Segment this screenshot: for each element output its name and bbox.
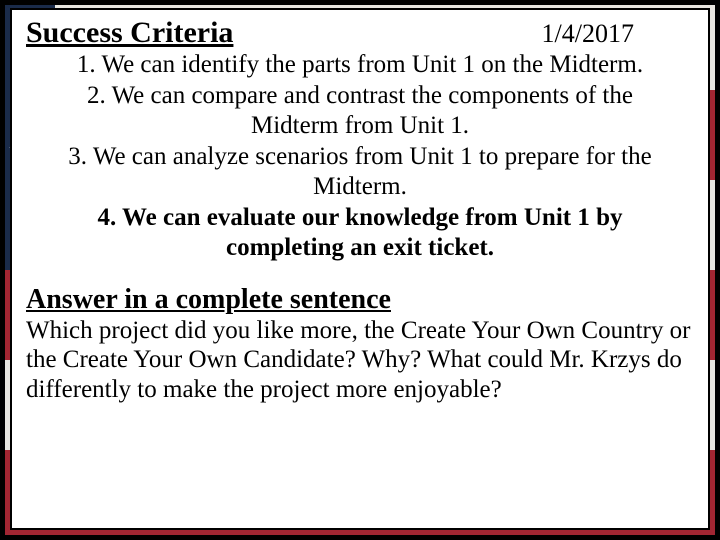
content-card: Success Criteria 1/4/2017 1. We can iden… xyxy=(10,8,710,530)
criteria-item-1: 1. We can identify the parts from Unit 1… xyxy=(30,50,690,81)
criteria-item-3-line1: 3. We can analyze scenarios from Unit 1 … xyxy=(30,142,690,173)
criteria-item-2-line1: 2. We can compare and contrast the compo… xyxy=(30,81,690,112)
criteria-item-4-line2: completing an exit ticket. xyxy=(30,233,690,264)
criteria-list: 1. We can identify the parts from Unit 1… xyxy=(26,50,694,264)
date-text: 1/4/2017 xyxy=(542,19,634,49)
header-row: Success Criteria 1/4/2017 xyxy=(26,16,694,50)
answer-prompt-body: Which project did you like more, the Cre… xyxy=(26,316,694,405)
criteria-item-4-line1: 4. We can evaluate our knowledge from Un… xyxy=(30,203,690,234)
criteria-item-2-line2: Midterm from Unit 1. xyxy=(30,111,690,142)
criteria-item-3-line2: Midterm. xyxy=(30,172,690,203)
success-criteria-title: Success Criteria xyxy=(26,16,233,50)
answer-section-title: Answer in a complete sentence xyxy=(26,284,694,316)
